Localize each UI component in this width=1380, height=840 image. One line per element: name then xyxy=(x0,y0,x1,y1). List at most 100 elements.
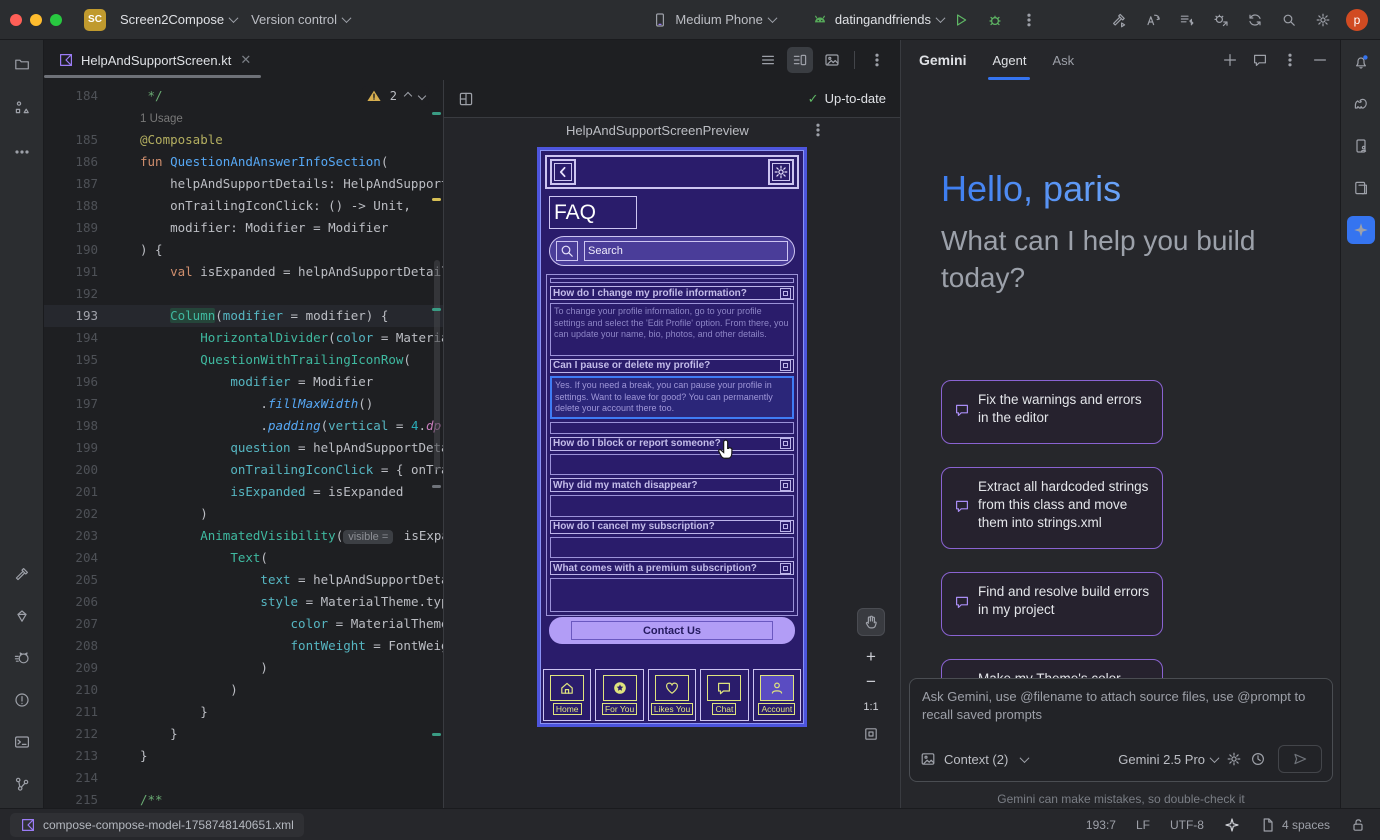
hide-panel-icon[interactable] xyxy=(1312,52,1328,68)
model-dropdown[interactable]: Gemini 2.5 Pro xyxy=(1118,752,1218,767)
vcs-selector[interactable]: Version control xyxy=(251,12,350,27)
split-view-button[interactable] xyxy=(787,47,813,73)
tab-helpandsupportscreen[interactable]: HelpAndSupportScreen.kt ✕ xyxy=(44,40,261,80)
wire-faq-question[interactable]: Why did my match disappear? xyxy=(550,478,794,492)
wire-nav-item-chat[interactable]: Chat xyxy=(700,669,748,721)
code-editor[interactable]: 184 */1 Usage185@Composable186fun Questi… xyxy=(44,80,443,808)
wire-search-bar[interactable]: Search xyxy=(549,236,795,266)
wire-faq-answer[interactable]: To change your profile information, go t… xyxy=(550,303,794,355)
wire-faq-question[interactable]: How do I change my profile information? xyxy=(550,286,794,300)
usage-hint[interactable]: 1 Usage xyxy=(140,113,183,125)
minimize-window-button[interactable] xyxy=(30,14,42,26)
ai-translate-button[interactable] xyxy=(1138,5,1168,35)
context-dropdown[interactable]: Context (2) xyxy=(944,752,1028,767)
run-config-selector[interactable]: datingandfriends xyxy=(812,12,944,28)
prev-problem-icon[interactable] xyxy=(404,92,412,100)
indent-setting[interactable]: 4 spaces xyxy=(1260,817,1330,833)
settings-button[interactable] xyxy=(1308,5,1338,35)
preview-options-kebab[interactable] xyxy=(810,122,826,138)
zoom-actual-size-button[interactable]: 1:1 xyxy=(857,696,885,718)
gemini-suggestion-card[interactable]: Find and resolve build errors in my proj… xyxy=(941,572,1163,636)
debug-button[interactable] xyxy=(980,5,1010,35)
problems-button[interactable] xyxy=(8,686,36,714)
editor-scrollbar[interactable] xyxy=(434,260,440,470)
wire-nav-item-home[interactable]: Home xyxy=(543,669,591,721)
search-button[interactable] xyxy=(1274,5,1304,35)
unlock-icon[interactable] xyxy=(1350,817,1366,833)
pan-tool-button[interactable] xyxy=(857,608,885,636)
wire-back-button[interactable] xyxy=(550,159,576,185)
ui-check-mode-icon[interactable] xyxy=(458,91,474,107)
project-selector[interactable]: Screen2Compose xyxy=(120,12,237,27)
status-current-file[interactable]: compose-compose-model-1758748140651.xml xyxy=(10,813,304,837)
wire-nav-item-for-you[interactable]: For You xyxy=(595,669,643,721)
tab-ask[interactable]: Ask xyxy=(1052,40,1074,80)
expand-toggle-icon[interactable] xyxy=(780,360,791,371)
file-encoding[interactable]: UTF-8 xyxy=(1170,818,1204,832)
wire-settings-button[interactable] xyxy=(768,159,794,185)
gemini-settings-icon[interactable] xyxy=(1226,751,1242,767)
caret-position[interactable]: 193:7 xyxy=(1086,818,1116,832)
gradle-button[interactable] xyxy=(1347,90,1375,118)
macos-traffic-lights[interactable] xyxy=(10,14,62,26)
attach-image-icon[interactable] xyxy=(920,751,936,767)
project-folder-button[interactable] xyxy=(8,50,36,78)
user-avatar[interactable]: p xyxy=(1346,9,1368,31)
version-control-button[interactable] xyxy=(8,770,36,798)
design-view-button[interactable] xyxy=(819,47,845,73)
logcat-button[interactable] xyxy=(8,644,36,672)
line-ending[interactable]: LF xyxy=(1136,818,1150,832)
attach-debugger-button[interactable] xyxy=(1206,5,1236,35)
device-manager-button[interactable] xyxy=(1347,132,1375,160)
wire-contact-button[interactable]: Contact Us xyxy=(549,617,795,644)
expand-toggle-icon[interactable] xyxy=(780,521,791,532)
preview-phone-frame[interactable]: FAQ Search How do I change my profile in… xyxy=(537,147,807,727)
send-button[interactable] xyxy=(1278,745,1322,773)
expand-toggle-icon[interactable] xyxy=(780,563,791,574)
wire-faq-answer-collapsed[interactable] xyxy=(550,537,794,558)
notifications-button[interactable] xyxy=(1347,48,1375,76)
zoom-out-button[interactable]: − xyxy=(857,670,885,694)
close-tab-icon[interactable]: ✕ xyxy=(240,52,251,68)
layout-inspector-button[interactable] xyxy=(1347,174,1375,202)
zoom-to-fit-button[interactable] xyxy=(857,722,885,746)
wire-faq-answer-collapsed[interactable] xyxy=(550,495,794,516)
gemini-options-kebab[interactable] xyxy=(1282,52,1298,68)
wire-faq-question[interactable]: How do I cancel my subscription? xyxy=(550,520,794,534)
wire-faq-question[interactable]: What comes with a premium subscription? xyxy=(550,561,794,575)
more-actions-kebab[interactable] xyxy=(1014,5,1044,35)
expand-toggle-icon[interactable] xyxy=(780,438,791,449)
new-chat-icon[interactable] xyxy=(1222,52,1238,68)
preview-title[interactable]: HelpAndSupportScreenPreview xyxy=(566,123,749,138)
gemini-status-icon[interactable] xyxy=(1224,817,1240,833)
terminal-button[interactable] xyxy=(8,728,36,756)
gemini-suggestion-card[interactable]: Extract all hardcoded strings from this … xyxy=(941,467,1163,549)
inspections-widget[interactable]: 2 xyxy=(362,86,429,106)
wire-faq-answer[interactable]: Yes. If you need a break, you can pause … xyxy=(550,376,794,419)
gemini-spark-button[interactable] xyxy=(1347,216,1375,244)
wire-faq-answer-collapsed[interactable] xyxy=(550,454,794,475)
expand-toggle-icon[interactable] xyxy=(780,288,791,299)
tab-agent[interactable]: Agent xyxy=(992,40,1026,80)
wire-nav-item-likes-you[interactable]: Likes You xyxy=(648,669,696,721)
run-button[interactable] xyxy=(946,5,976,35)
next-problem-icon[interactable] xyxy=(418,92,426,100)
sync-project-button[interactable] xyxy=(1240,5,1270,35)
device-selector[interactable]: Medium Phone xyxy=(652,12,775,28)
build-hammer-button[interactable] xyxy=(1104,5,1134,35)
profiler-button[interactable] xyxy=(1172,5,1202,35)
zoom-window-button[interactable] xyxy=(50,14,62,26)
wire-faq-answer-collapsed[interactable] xyxy=(550,578,794,612)
gemini-suggestion-card[interactable]: Fix the warnings and errors in the edito… xyxy=(941,380,1163,444)
close-window-button[interactable] xyxy=(10,14,22,26)
expand-toggle-icon[interactable] xyxy=(780,480,791,491)
zoom-in-button[interactable]: + xyxy=(857,645,885,669)
editor-options-kebab[interactable] xyxy=(864,47,890,73)
gemini-prompt-input[interactable] xyxy=(910,679,1332,741)
more-tools-button[interactable] xyxy=(8,138,36,166)
code-view-button[interactable] xyxy=(755,47,781,73)
app-insights-button[interactable] xyxy=(8,602,36,630)
build-button[interactable] xyxy=(8,560,36,588)
wire-faq-question[interactable]: Can I pause or delete my profile? xyxy=(550,359,794,373)
conversations-icon[interactable] xyxy=(1252,52,1268,68)
